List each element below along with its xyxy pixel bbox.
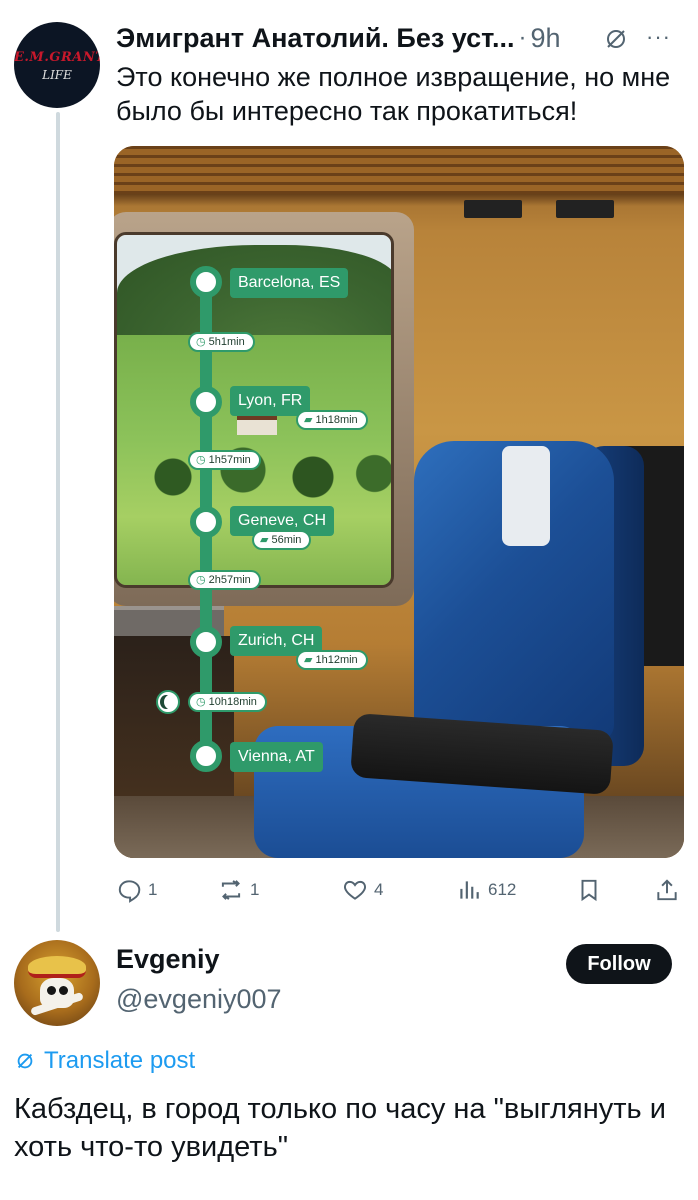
reply-author-avatar[interactable] [14, 940, 100, 1026]
post-time[interactable]: 9h [531, 23, 561, 54]
city-label: Vienna, AT [230, 742, 323, 772]
post-header: Эмигрант Анатолий. Без уст... · 9h [116, 18, 686, 58]
route-stop-icon [190, 626, 222, 658]
clock-icon: ◷ [196, 336, 206, 348]
travel-duration: ◷ 10h18min [188, 692, 267, 712]
views-count: 612 [488, 880, 517, 899]
stop-duration: ▰ 1h12min [296, 650, 368, 670]
clock-icon: ◷ [196, 574, 206, 586]
reply-button[interactable]: 1 [116, 870, 157, 910]
stop-duration: ▰ 1h18min [296, 410, 368, 430]
translate-icon [17, 1053, 33, 1069]
travel-duration: ◷ 2h57min [188, 570, 261, 590]
route-stop-icon [190, 740, 222, 772]
coffee-icon: ▰ [304, 654, 313, 666]
repost-icon [221, 880, 241, 900]
straw-hat-icon [28, 956, 86, 978]
city-label: Lyon, FR [230, 386, 311, 416]
views-button[interactable]: 612 [456, 870, 516, 910]
views-chart-icon [460, 881, 479, 899]
night-moon-icon [156, 690, 180, 714]
post-text: Это конечно же полное извращение, но мне… [116, 62, 671, 126]
author-name[interactable]: Эмигрант Анатолий. Без уст... [116, 23, 515, 54]
clock-icon: ◷ [196, 454, 206, 466]
like-button[interactable]: 4 [342, 870, 383, 910]
translate-label: Translate post [44, 1047, 196, 1074]
like-count: 4 [374, 880, 384, 899]
more-options-icon[interactable]: ··· [646, 24, 671, 50]
city-label: Barcelona, ES [230, 268, 349, 298]
share-button[interactable] [654, 870, 680, 910]
post-actions: 1 1 4 612 [114, 870, 688, 910]
coffee-icon: ▰ [260, 534, 269, 546]
author-avatar[interactable]: E.M.GRANTS LIFE [14, 22, 100, 108]
grok-icon[interactable] [604, 27, 628, 51]
reply-count: 1 [148, 880, 158, 899]
bookmark-icon [581, 879, 597, 902]
travel-duration: ◷ 1h57min [188, 450, 261, 470]
translate-post-link[interactable]: Translate post [14, 1046, 195, 1076]
separator-dot: · [518, 24, 527, 51]
stop-duration: ▰ 56min [252, 530, 312, 550]
repost-button[interactable]: 1 [218, 870, 259, 910]
post-image[interactable]: Barcelona, ES ◷ 5h1min Lyon, FR ▰ 1h18min … [114, 146, 684, 858]
reply-text: Кабздец, в город только по часу на "выгл… [14, 1093, 666, 1163]
thread-line [56, 112, 60, 932]
travel-duration: ◷ 5h1min [188, 332, 255, 352]
clock-icon: ◷ [196, 696, 206, 708]
route-stop-icon [190, 386, 222, 418]
reply-icon [118, 880, 141, 903]
bookmark-button[interactable] [576, 870, 602, 910]
heart-icon [344, 880, 366, 900]
route-stop-icon [190, 506, 222, 538]
coffee-icon: ▰ [304, 414, 313, 426]
share-icon [657, 879, 677, 901]
route-stop-icon [190, 266, 222, 298]
reply-author-name[interactable]: Evgeniy [116, 944, 220, 975]
follow-button[interactable]: Follow [566, 944, 672, 984]
avatar-logo-icon: E.M.GRANTS [14, 50, 100, 65]
reply-author-handle[interactable]: @evgeniy007 [116, 984, 282, 1015]
repost-count: 1 [250, 880, 260, 899]
